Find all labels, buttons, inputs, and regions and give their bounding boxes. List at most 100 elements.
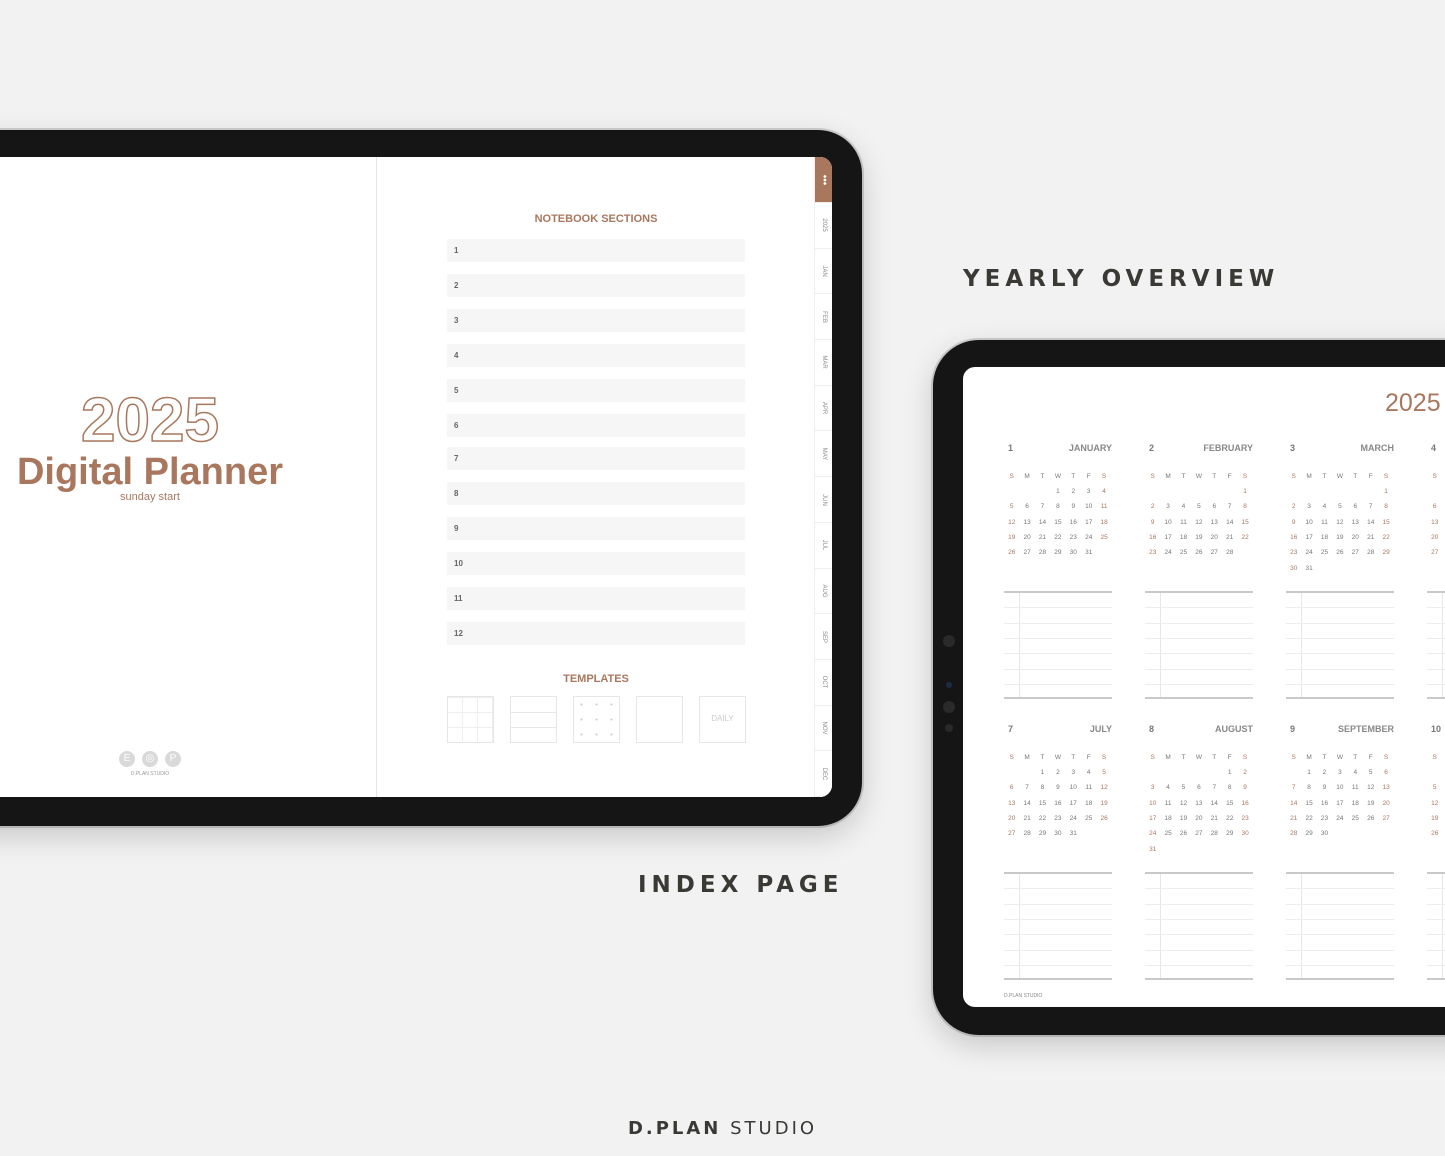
section-row[interactable]: 3 (447, 309, 745, 332)
calendar-day[interactable]: 30 (1286, 565, 1301, 572)
calendar-day[interactable]: 15 (1050, 519, 1065, 526)
calendar-day[interactable]: 9 (1066, 503, 1081, 510)
calendar-day[interactable]: 7 (1035, 503, 1050, 510)
section-row[interactable]: 4 (447, 344, 745, 367)
calendar-day[interactable]: 8 (1050, 503, 1065, 510)
calendar-day[interactable]: 24 (1301, 549, 1316, 556)
calendar-day[interactable]: 22 (1035, 815, 1050, 822)
calendar-day[interactable]: 5 (1004, 503, 1019, 510)
calendar-day[interactable]: 16 (1237, 800, 1252, 807)
calendar-day[interactable]: 11 (1176, 519, 1191, 526)
notes-lines[interactable] (1004, 872, 1112, 980)
calendar-day[interactable]: 12 (1096, 784, 1111, 791)
calendar-day[interactable]: 25 (1081, 815, 1096, 822)
calendar-day[interactable]: 5 (1191, 503, 1206, 510)
calendar-day[interactable]: 28 (1207, 830, 1222, 837)
tab-aug[interactable]: AUG (815, 569, 832, 615)
tab-feb[interactable]: FEB (815, 294, 832, 341)
calendar-day[interactable]: 12 (1363, 784, 1378, 791)
calendar-day[interactable]: 23 (1286, 549, 1301, 556)
calendar-day[interactable]: 3 (1145, 784, 1160, 791)
calendar-day[interactable]: 13 (1191, 800, 1206, 807)
calendar-day[interactable]: 5 (1096, 769, 1111, 776)
calendar-day[interactable]: 27 (1207, 549, 1222, 556)
calendar-day[interactable]: 16 (1050, 800, 1065, 807)
calendar-day[interactable]: 17 (1332, 800, 1347, 807)
calendar-day[interactable]: 4 (1160, 784, 1175, 791)
section-row[interactable]: 2 (447, 274, 745, 297)
calendar-day[interactable]: 20 (1378, 800, 1393, 807)
calendar-day[interactable]: 4 (1081, 769, 1096, 776)
calendar-day[interactable]: 20 (1427, 534, 1442, 541)
notes-lines[interactable] (1004, 591, 1112, 699)
calendar-day[interactable]: 1 (1050, 488, 1065, 495)
calendar-day[interactable]: 10 (1145, 800, 1160, 807)
calendar-day[interactable]: 9 (1317, 784, 1332, 791)
calendar-day[interactable]: 12 (1004, 519, 1019, 526)
calendar-day[interactable]: 23 (1066, 534, 1081, 541)
template-blank[interactable] (636, 696, 683, 743)
calendar-day[interactable]: 16 (1317, 800, 1332, 807)
calendar-day[interactable]: 9 (1237, 784, 1252, 791)
calendar-day[interactable]: 22 (1050, 534, 1065, 541)
calendar-day[interactable]: 14 (1207, 800, 1222, 807)
calendar-day[interactable]: 1 (1035, 769, 1050, 776)
calendar-day[interactable]: 14 (1286, 800, 1301, 807)
calendar-day[interactable]: 29 (1378, 549, 1393, 556)
calendar-day[interactable]: 6 (1191, 784, 1206, 791)
calendar-day[interactable]: 2 (1286, 503, 1301, 510)
calendar-day[interactable]: 22 (1237, 534, 1252, 541)
calendar-day[interactable]: 30 (1317, 830, 1332, 837)
notes-lines[interactable] (1145, 872, 1253, 980)
tab-dec[interactable]: DEC (815, 751, 832, 797)
calendar-day[interactable]: 16 (1066, 519, 1081, 526)
calendar-day[interactable]: 4 (1317, 503, 1332, 510)
calendar-day[interactable]: 27 (1004, 830, 1019, 837)
calendar-day[interactable]: 30 (1050, 830, 1065, 837)
calendar-day[interactable]: 21 (1222, 534, 1237, 541)
notes-lines[interactable] (1427, 591, 1445, 699)
calendar-day[interactable]: 21 (1363, 534, 1378, 541)
calendar-day[interactable]: 5 (1332, 503, 1347, 510)
calendar-day[interactable]: 19 (1363, 800, 1378, 807)
calendar-day[interactable]: 11 (1096, 503, 1111, 510)
section-row[interactable]: 7 (447, 447, 745, 470)
calendar-day[interactable]: 17 (1145, 815, 1160, 822)
calendar-day[interactable]: 14 (1035, 519, 1050, 526)
calendar-day[interactable]: 24 (1145, 830, 1160, 837)
pinterest-icon[interactable]: P (165, 751, 181, 767)
template-lined[interactable] (510, 696, 557, 743)
calendar-day[interactable]: 26 (1004, 549, 1019, 556)
section-row[interactable]: 11 (447, 587, 745, 610)
calendar-day[interactable]: 26 (1427, 830, 1442, 837)
calendar-day[interactable]: 13 (1348, 519, 1363, 526)
calendar-day[interactable]: 10 (1066, 784, 1081, 791)
calendar-day[interactable]: 23 (1317, 815, 1332, 822)
calendar-day[interactable]: 17 (1160, 534, 1175, 541)
calendar-day[interactable]: 27 (1427, 549, 1442, 556)
calendar-day[interactable]: 7 (1207, 784, 1222, 791)
calendar-day[interactable]: 1 (1222, 769, 1237, 776)
calendar-day[interactable]: 4 (1096, 488, 1111, 495)
calendar-day[interactable]: 19 (1096, 800, 1111, 807)
section-row[interactable]: 10 (447, 552, 745, 575)
calendar-day[interactable]: 14 (1222, 519, 1237, 526)
calendar-day[interactable]: 3 (1081, 488, 1096, 495)
calendar-day[interactable]: 8 (1378, 503, 1393, 510)
calendar-day[interactable]: 18 (1081, 800, 1096, 807)
calendar-day[interactable]: 13 (1019, 519, 1034, 526)
calendar-day[interactable]: 31 (1081, 549, 1096, 556)
calendar-day[interactable]: 27 (1378, 815, 1393, 822)
tab-jan[interactable]: JAN (815, 249, 832, 295)
calendar-day[interactable]: 25 (1317, 549, 1332, 556)
calendar-day[interactable]: 14 (1363, 519, 1378, 526)
calendar-day[interactable]: 20 (1191, 815, 1206, 822)
calendar-day[interactable]: 12 (1176, 800, 1191, 807)
calendar-day[interactable]: 15 (1035, 800, 1050, 807)
calendar-day[interactable]: 20 (1004, 815, 1019, 822)
calendar-day[interactable]: 18 (1160, 815, 1175, 822)
calendar-day[interactable]: 28 (1019, 830, 1034, 837)
calendar-day[interactable]: 16 (1286, 534, 1301, 541)
calendar-day[interactable]: 10 (1332, 784, 1347, 791)
calendar-day[interactable]: 11 (1081, 784, 1096, 791)
